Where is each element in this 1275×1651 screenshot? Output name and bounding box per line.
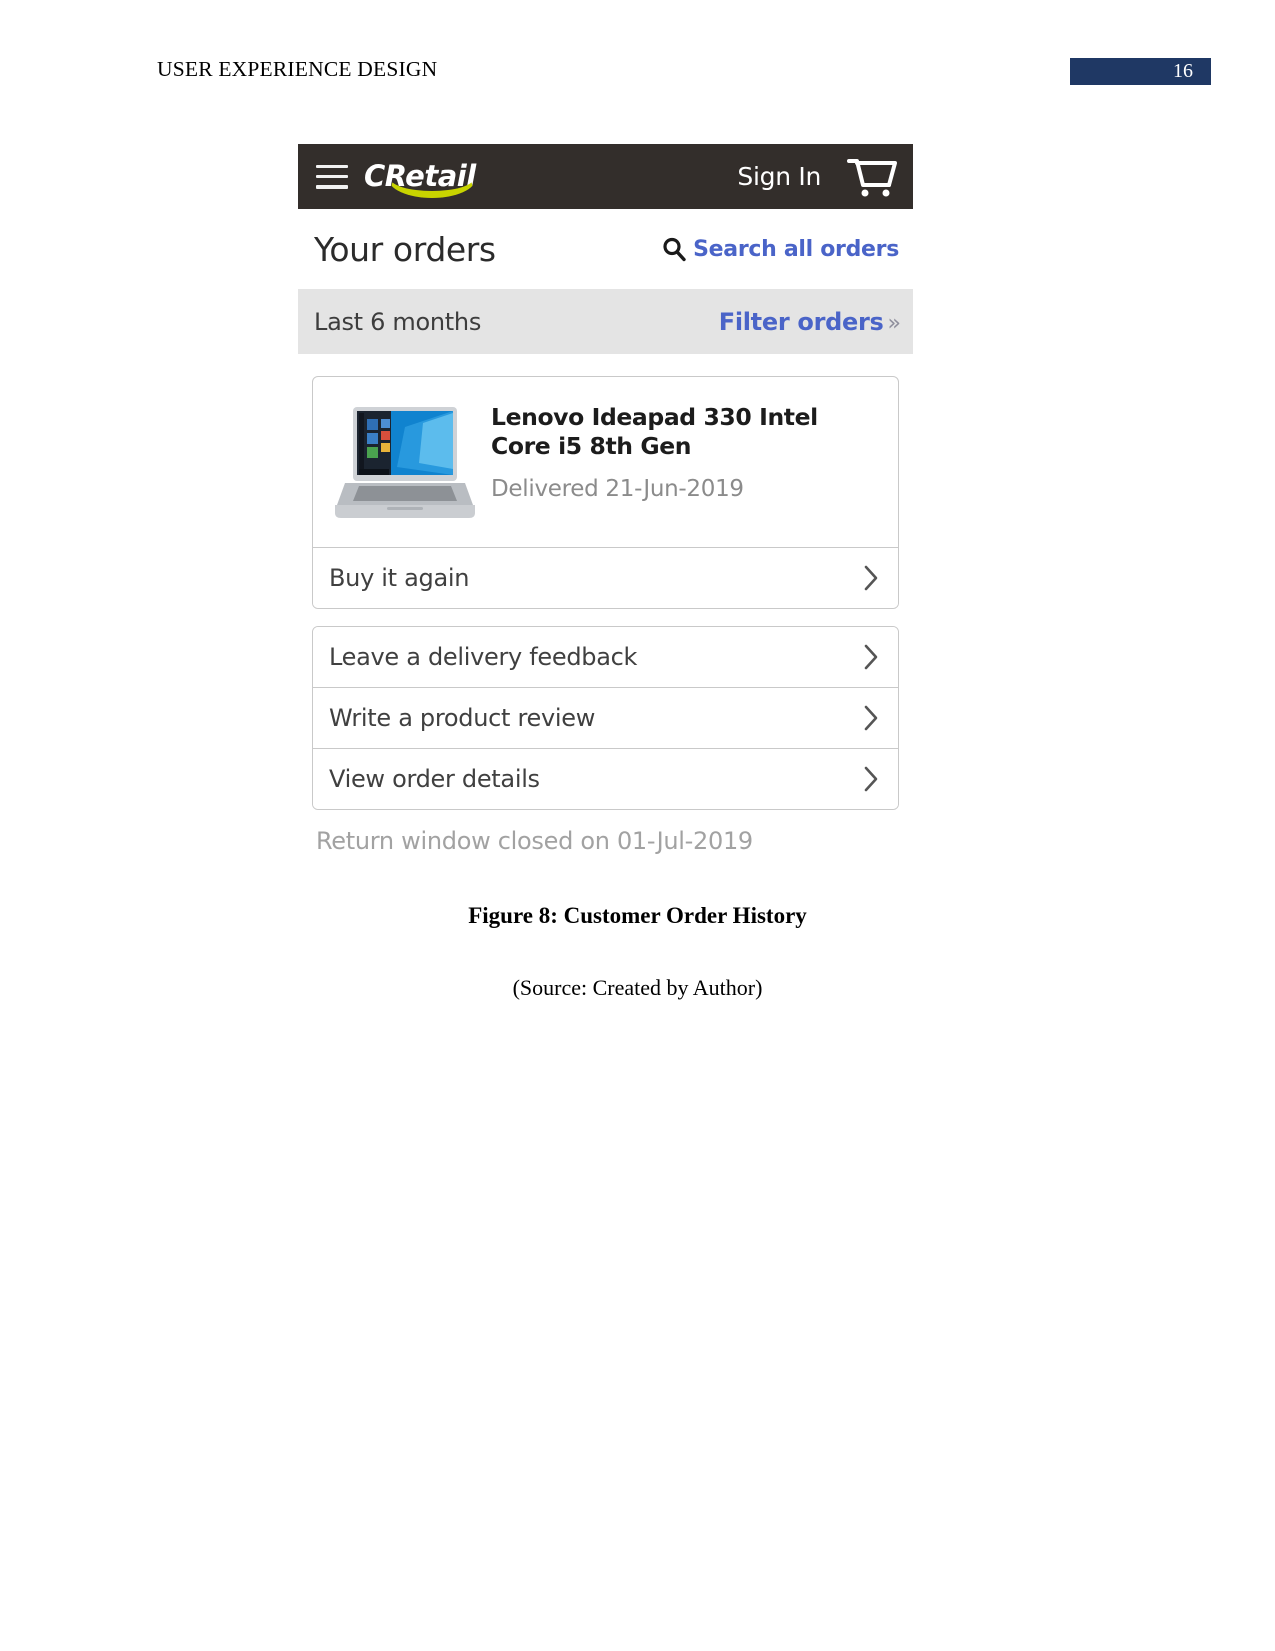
double-chevron-right-icon: » [887,310,901,336]
search-all-orders-link[interactable]: Search all orders [661,236,899,262]
running-head: USER EXPERIENCE DESIGN [157,57,438,81]
brand-logo[interactable]: CRetail [364,155,476,199]
order-card: Lenovo Ideapad 330 Intel Core i5 8th Gen… [312,376,899,609]
delivery-status: Delivered 21-Jun-2019 [491,476,744,503]
document-header: USER EXPERIENCE DESIGN 16 [0,0,1275,110]
chevron-right-icon [862,642,880,672]
filter-orders-link[interactable]: Filter orders » [719,308,901,336]
filter-orders-label: Filter orders [718,307,884,336]
product-title: Lenovo Ideapad 330 Intel Core i5 8th Gen [491,403,818,460]
search-all-orders-label: Search all orders [693,236,899,262]
brand-swoosh-icon [388,178,476,198]
order-actions-card: Leave a delivery feedback Write a produc… [312,626,899,810]
product-details: Lenovo Ideapad 330 Intel Core i5 8th Gen… [491,393,880,502]
order-history-screenshot: CRetail Sign In Your orders Search all o… [298,144,913,855]
page-title: Your orders [314,229,496,269]
shopping-cart-icon[interactable] [843,155,899,199]
leave-delivery-feedback-row[interactable]: Leave a delivery feedback [313,627,898,687]
return-window-note: Return window closed on 01-Jul-2019 [316,827,753,855]
view-order-details-row[interactable]: View order details [313,749,898,809]
page-number-box: 16 [1070,58,1211,85]
buy-it-again-row[interactable]: Buy it again [313,548,898,608]
write-product-review-row[interactable]: Write a product review [313,688,898,748]
chevron-right-icon [862,703,880,733]
chevron-right-icon [862,563,880,593]
laptop-product-image [331,393,481,533]
filter-bar: Last 6 months Filter orders » [298,289,913,354]
orders-list: Lenovo Ideapad 330 Intel Core i5 8th Gen… [298,354,913,855]
leave-delivery-feedback-label: Leave a delivery feedback [329,643,638,671]
page-number: 16 [1173,60,1193,82]
figure-caption: Figure 8: Customer Order History [468,903,807,928]
write-product-review-label: Write a product review [329,704,596,732]
figure-source: (Source: Created by Author) [512,975,763,1000]
view-order-details-label: View order details [329,765,540,793]
chevron-right-icon [862,764,880,794]
hamburger-menu-icon[interactable] [316,164,348,189]
product-summary-row[interactable]: Lenovo Ideapad 330 Intel Core i5 8th Gen… [313,377,898,547]
date-range-label[interactable]: Last 6 months [314,308,481,336]
app-header-bar: CRetail Sign In [298,144,913,209]
buy-it-again-label: Buy it again [329,564,470,592]
sign-in-button[interactable]: Sign In [737,162,821,191]
search-icon [661,236,687,262]
orders-title-row: Your orders Search all orders [298,209,913,289]
